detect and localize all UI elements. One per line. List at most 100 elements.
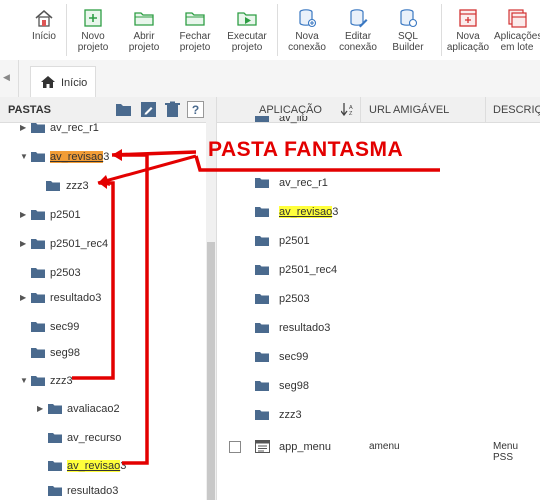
table-row-name: p2503 xyxy=(279,293,310,305)
tree-item-zzz3[interactable]: ▼ zzz3 xyxy=(20,372,200,392)
expand-caret-icon[interactable]: ▶ xyxy=(20,123,26,132)
table-row-p2503[interactable]: p2503 xyxy=(217,285,540,314)
tree-item-zzz3-child[interactable]: zzz3 xyxy=(46,177,196,197)
table-row-name-suffix: 3 xyxy=(332,206,339,218)
folder-icon xyxy=(31,322,45,332)
new-app-icon xyxy=(459,9,477,27)
edit-folder-icon[interactable] xyxy=(140,101,157,118)
run-project-label-1: Executar xyxy=(227,31,267,42)
table-row-av-rec-r1[interactable]: av_rec_r1 xyxy=(217,169,540,198)
edit-connection-icon xyxy=(350,9,368,28)
svg-text:?: ? xyxy=(192,103,199,117)
sql-builder-label-2: Builder xyxy=(392,42,424,53)
tree-item-p2501-rec4[interactable]: ▶ p2501_rec4 xyxy=(20,235,200,255)
table-row-app-menu[interactable]: app_menu amenu Menu PSS xyxy=(217,433,540,463)
close-project-button[interactable]: Fechar projeto xyxy=(172,0,218,60)
row-checkbox[interactable] xyxy=(229,441,241,453)
tree-item-label: zzz3 xyxy=(66,180,89,192)
table-row-name: p2501 xyxy=(279,235,310,247)
table-row-name: sec99 xyxy=(279,351,309,363)
home-button[interactable]: Início xyxy=(26,0,62,60)
tree-item-av-revisao-child[interactable]: av_revisao3 xyxy=(48,457,198,477)
tree-item-label: zzz3 xyxy=(50,375,73,387)
annotation-label: PASTA FANTASMA xyxy=(208,138,404,161)
edit-connection-label-1: Editar xyxy=(344,31,372,42)
tree-item-label: av_revisao xyxy=(67,460,121,472)
expand-caret-icon[interactable]: ▶ xyxy=(37,404,43,413)
new-project-button[interactable]: Novo projeto xyxy=(70,0,116,60)
new-connection-icon xyxy=(299,9,317,28)
tree-item-label: avaliacao2 xyxy=(67,403,120,415)
folders-scrollbar[interactable] xyxy=(206,122,216,500)
tree-item-p2501[interactable]: ▶ p2501 xyxy=(20,206,200,226)
column-header-application[interactable]: APLICAÇÃO xyxy=(259,104,322,116)
column-header-description[interactable]: DESCRIÇ xyxy=(493,104,540,116)
table-row-name: zzz3 xyxy=(279,409,302,421)
home-tab-icon xyxy=(41,76,55,88)
table-row-zzz3[interactable]: zzz3 xyxy=(217,401,540,430)
folder-icon xyxy=(255,352,269,362)
trash-icon[interactable] xyxy=(164,101,181,118)
tree-item-p2503[interactable]: p2503 xyxy=(20,264,200,284)
table-row-av-lib[interactable]: av_lib xyxy=(217,116,540,128)
collapse-caret-icon[interactable]: ▼ xyxy=(20,152,28,161)
tree-item-resultado3-child[interactable]: resultado3 xyxy=(48,482,198,502)
folder-icon xyxy=(31,376,45,386)
folders-scrollbar-thumb[interactable] xyxy=(207,242,215,500)
folder-icon xyxy=(48,486,62,496)
table-row-p2501-rec4[interactable]: p2501_rec4 xyxy=(217,256,540,285)
expand-caret-icon[interactable]: ▶ xyxy=(20,239,26,248)
edit-connection-button[interactable]: Editar conexão xyxy=(334,0,382,60)
sql-builder-icon xyxy=(400,9,418,28)
folder-icon xyxy=(255,381,269,391)
tree-item-resultado3[interactable]: ▶ resultado3 xyxy=(20,289,200,309)
tree-item-label: av_rec_r1 xyxy=(50,122,99,134)
collapse-caret-icon[interactable]: ▼ xyxy=(20,376,28,385)
batch-apps-button[interactable]: Aplicações em lote xyxy=(494,0,540,60)
tab-scroll-left-icon[interactable]: ◀ xyxy=(3,72,10,83)
sql-builder-label-1: SQL xyxy=(397,31,418,42)
table-row-name: av_rec_r1 xyxy=(279,177,328,189)
folder-icon xyxy=(255,207,269,217)
run-project-button[interactable]: Executar projeto xyxy=(224,0,270,60)
tab-bar: ◀ Início xyxy=(0,60,540,98)
tree-item-av-recurso[interactable]: av_recurso xyxy=(48,429,198,449)
tab-home-label: Início xyxy=(61,77,88,89)
table-row-p2501[interactable]: p2501 xyxy=(217,227,540,256)
table-row-av-revisao[interactable]: av_revisao3 xyxy=(217,198,540,227)
new-connection-button[interactable]: Nova conexão xyxy=(283,0,331,60)
sort-az-icon[interactable]: A Z xyxy=(341,103,355,116)
tree-item-label: sec99 xyxy=(50,321,80,333)
folder-icon xyxy=(255,410,269,420)
new-folder-icon[interactable] xyxy=(115,101,132,118)
new-app-label-2: aplicação xyxy=(446,42,490,53)
column-header-url[interactable]: URL AMIGÁVEL xyxy=(369,104,449,116)
new-app-button[interactable]: Nova aplicação xyxy=(445,0,491,60)
tree-item-label: av_recurso xyxy=(67,432,122,444)
tree-item-seg98[interactable]: seg98 xyxy=(20,344,200,364)
tree-item-av-rec-r1[interactable]: ▶ av_rec_r1 xyxy=(20,119,200,139)
expand-caret-icon[interactable]: ▶ xyxy=(20,293,26,302)
tree-item-av-revisao[interactable]: ▼ av_revisao3 xyxy=(20,148,200,168)
close-project-label-2: projeto xyxy=(179,42,211,53)
tab-home[interactable]: Início xyxy=(30,66,96,98)
new-project-label-2: projeto xyxy=(77,42,109,53)
open-folder-icon xyxy=(134,12,154,26)
expand-caret-icon[interactable]: ▶ xyxy=(20,210,26,219)
tree-item-avaliacao2[interactable]: ▶ avaliacao2 xyxy=(37,400,202,420)
folder-icon xyxy=(48,461,62,471)
table-row-name: app_menu xyxy=(279,441,331,453)
table-row-sec99[interactable]: sec99 xyxy=(217,343,540,372)
open-project-button[interactable]: Abrir projeto xyxy=(121,0,167,60)
folder-icon xyxy=(255,265,269,275)
folders-panel: PASTAS ? ▶ av_rec_r1 ▼ av_revisao3 zzz3 … xyxy=(0,97,217,500)
tree-item-label-suffix: 3 xyxy=(120,460,127,472)
menu-app-icon xyxy=(255,440,270,453)
new-app-label-1: Nova xyxy=(456,31,480,42)
new-connection-label-1: Nova xyxy=(295,31,319,42)
help-icon[interactable]: ? xyxy=(187,101,204,118)
table-row-resultado3[interactable]: resultado3 xyxy=(217,314,540,343)
sql-builder-button[interactable]: SQL Builder xyxy=(386,0,430,60)
table-row-seg98[interactable]: seg98 xyxy=(217,372,540,401)
tree-item-sec99[interactable]: sec99 xyxy=(20,318,200,338)
